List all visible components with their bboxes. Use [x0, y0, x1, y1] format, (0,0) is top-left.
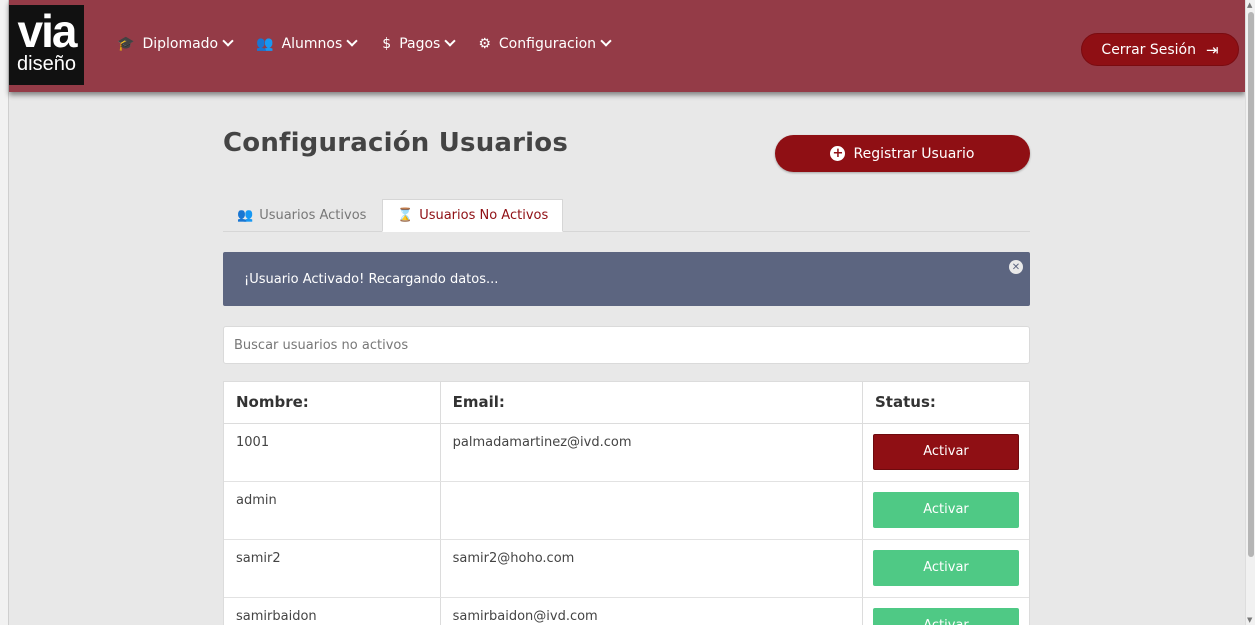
table-row: samir2 samir2@hoho.com Activar	[224, 539, 1029, 598]
chevron-down-icon	[600, 35, 612, 47]
scroll-down-icon[interactable]: ▼	[1247, 616, 1252, 624]
tab-active-users[interactable]: 👥 Usuarios Activos	[223, 199, 380, 232]
tab-inactive-users[interactable]: ⌛ Usuarios No Activos	[382, 199, 564, 232]
via-diseno-logo[interactable]: via diseño	[9, 5, 84, 85]
table-row: samirbaidon samirbaidon@ivd.com Activar	[224, 597, 1029, 625]
user-email-cell: palmadamartinez@ivd.com	[440, 423, 864, 482]
users-table: Nombre: Email: Status: 1001 palmadamarti…	[223, 381, 1030, 625]
scroll-up-icon[interactable]: ▲	[1247, 1, 1252, 9]
column-header-name: Nombre:	[224, 382, 441, 424]
chevron-down-icon	[222, 35, 234, 47]
user-status-cell: Activar	[862, 423, 1029, 482]
scrollbar-thumb[interactable]	[1248, 12, 1254, 557]
menu-diplomado[interactable]: 🎓 Diplomado	[117, 35, 234, 52]
menu-alumnos-label: Alumnos	[281, 36, 343, 52]
chevron-down-icon	[444, 35, 457, 47]
chevron-down-icon	[346, 35, 358, 47]
menu-alumnos[interactable]: 👥 Alumnos	[256, 35, 358, 52]
sign-out-icon: ⇥	[1205, 40, 1219, 59]
user-name-cell: samirbaidon	[224, 597, 441, 625]
activate-button[interactable]: Activar	[873, 607, 1019, 625]
user-email-cell	[440, 481, 864, 540]
page-title: Configuración Usuarios	[223, 128, 569, 158]
column-header-status: Status:	[862, 382, 1029, 424]
search-input[interactable]	[223, 326, 1030, 364]
top-navbar: via diseño 🎓 Diplomado 👥 Alumnos $ Pagos…	[9, 0, 1245, 92]
user-email-cell: samirbaidon@ivd.com	[440, 597, 864, 625]
column-header-email: Email:	[440, 382, 864, 424]
user-email-cell: samir2@hoho.com	[440, 539, 864, 598]
user-name-cell: admin	[224, 481, 441, 540]
vertical-scrollbar[interactable]: ▲ ▼	[1245, 0, 1255, 625]
dollar-icon: $	[382, 36, 392, 52]
user-status-cell: Activar	[862, 539, 1029, 598]
alert-message: ¡Usuario Activado! Recargando datos...	[244, 271, 499, 287]
user-name-cell: 1001	[224, 423, 441, 482]
activate-button[interactable]: Activar	[873, 491, 1019, 528]
menu-configuracion-label: Configuracion	[498, 36, 597, 52]
table-row: admin Activar	[224, 481, 1029, 540]
users-icon: 👥	[237, 208, 254, 223]
main-menu: 🎓 Diplomado 👥 Alumnos $ Pagos ⚙ Configur…	[117, 35, 634, 52]
users-icon: 👥	[256, 36, 274, 52]
close-icon[interactable]: ✕	[1009, 260, 1023, 274]
graduation-cap-icon: 🎓	[117, 36, 135, 52]
tab-active-users-label: Usuarios Activos	[259, 208, 367, 223]
user-name-cell: samir2	[224, 539, 441, 598]
menu-diplomado-label: Diplomado	[142, 36, 219, 52]
cog-icon: ⚙	[478, 36, 491, 52]
user-status-cell: Activar	[862, 481, 1029, 540]
register-user-button[interactable]: + Registrar Usuario	[775, 135, 1030, 172]
hourglass-icon: ⌛	[397, 208, 414, 223]
logo-via: via	[17, 5, 78, 57]
register-user-label: Registrar Usuario	[853, 145, 975, 162]
table-header-row: Nombre: Email: Status:	[224, 382, 1029, 424]
menu-pagos-label: Pagos	[399, 36, 441, 52]
user-tabs: 👥 Usuarios Activos ⌛ Usuarios No Activos	[223, 199, 1030, 232]
plus-circle-icon: +	[830, 146, 846, 161]
logo-diseno: diseño	[17, 53, 76, 75]
menu-pagos[interactable]: $ Pagos	[382, 35, 457, 52]
menu-configuracion[interactable]: ⚙ Configuracion	[478, 35, 612, 52]
activate-button[interactable]: Activar	[873, 433, 1019, 470]
logout-label: Cerrar Sesión	[1101, 41, 1196, 58]
logout-button[interactable]: Cerrar Sesión ⇥	[1081, 33, 1239, 66]
window-left-edge	[0, 0, 9, 625]
user-status-cell: Activar	[862, 597, 1029, 625]
tab-inactive-users-label: Usuarios No Activos	[419, 208, 549, 223]
activation-alert: ¡Usuario Activado! Recargando datos... ✕	[223, 252, 1030, 306]
table-row: 1001 palmadamartinez@ivd.com Activar	[224, 423, 1029, 482]
activate-button[interactable]: Activar	[873, 549, 1019, 586]
